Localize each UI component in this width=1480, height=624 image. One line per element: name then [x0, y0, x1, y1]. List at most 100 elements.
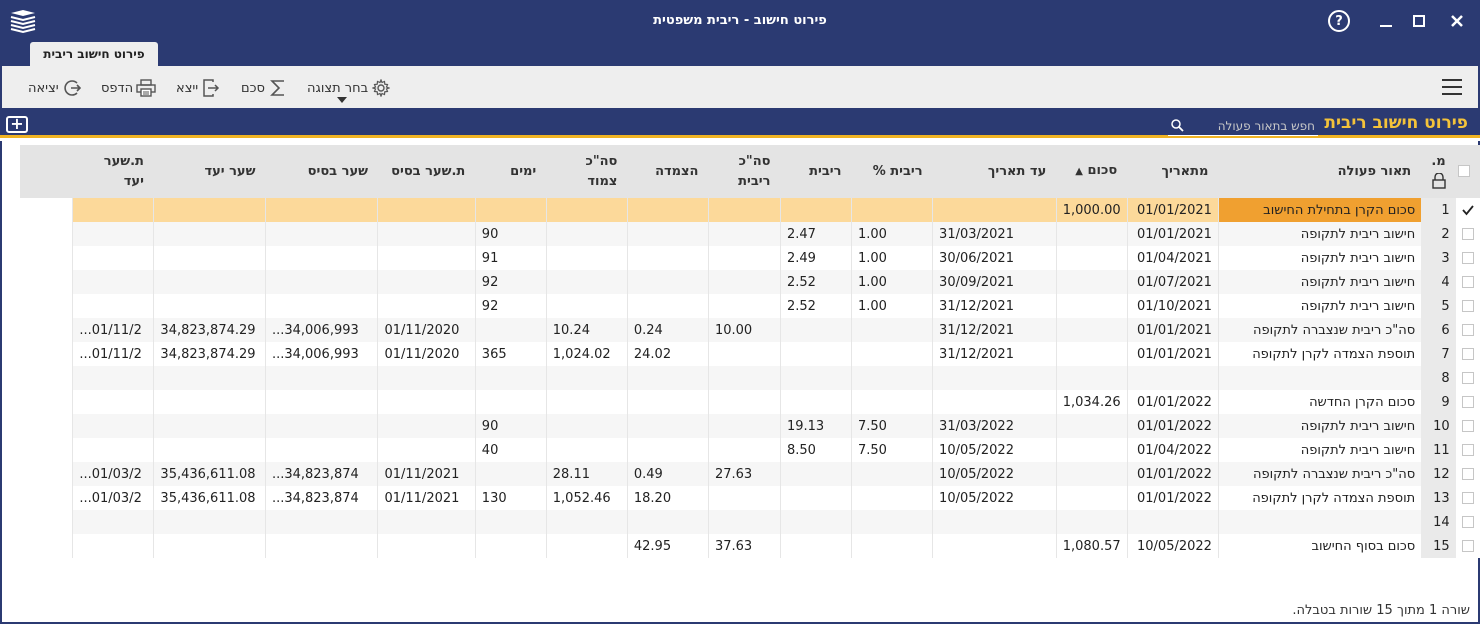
table-row[interactable]: 11 חישוב ריבית לתקופה 01/04/2022 10/05/2022… — [20, 438, 1480, 462]
cell-total-linked — [545, 438, 628, 462]
close-button[interactable] — [1444, 8, 1470, 34]
section-title: פירוט חישוב ריבית — [1324, 113, 1468, 133]
col-header-base-rate[interactable]: שער בסיס — [265, 145, 378, 198]
table-row[interactable]: 9 סכום הקרן החדשה 01/01/2022 1,034.26 — [20, 390, 1480, 414]
table-row[interactable]: 8 — [20, 366, 1480, 390]
col-header-base-rate-date[interactable]: ת.שער בסיס — [377, 145, 476, 198]
col-header-no[interactable]: מ. — [1421, 145, 1456, 198]
table-row[interactable]: 6 סה"כ ריבית שנצברה לתקופה 01/01/2021 31/12… — [20, 318, 1480, 342]
cell-from-date: 10/05/2022 — [1126, 534, 1219, 558]
table-row[interactable]: 15 סכום בסוף החישוב 10/05/2022 1,080.57 37.6… — [20, 534, 1480, 558]
col-header-target-rate-date[interactable]: ת.שער יעד — [72, 145, 154, 198]
row-checkbox[interactable] — [1455, 318, 1480, 342]
close-icon — [1451, 15, 1463, 27]
cell-rate-pct — [850, 342, 933, 366]
cell-total-interest — [707, 246, 781, 270]
row-checkbox[interactable] — [1455, 342, 1480, 366]
cell-from-date: 01/01/2021 — [1126, 222, 1219, 246]
table-row[interactable]: 12 סה"כ ריבית שנצברה לתקופה 01/01/2022 10/0… — [20, 462, 1480, 486]
add-window-button[interactable]: + — [6, 116, 28, 133]
table-row[interactable]: 1 סכום הקרן בתחילת החישוב 01/01/2021 1,000.… — [20, 198, 1480, 222]
cell-amount — [1055, 366, 1128, 390]
row-checkbox[interactable] — [1455, 438, 1480, 462]
table-row[interactable]: 2 חישוב ריבית לתקופה 01/01/2021 31/03/2021 1… — [20, 222, 1480, 246]
cell-linkage: 42.95 — [626, 534, 709, 558]
cell-linkage — [626, 270, 709, 294]
col-header-desc[interactable]: תאור פעולה — [1218, 145, 1422, 198]
row-checkbox[interactable] — [1455, 246, 1480, 270]
exit-button[interactable]: יציאה — [28, 78, 82, 98]
col-header-target-rate[interactable]: שער יעד — [153, 145, 266, 198]
table-row[interactable]: 10 חישוב ריבית לתקופה 01/01/2022 31/03/2022… — [20, 414, 1480, 438]
cell-base-rate-date — [377, 294, 476, 318]
col-header-amount[interactable]: סכום ▲ — [1056, 145, 1128, 198]
table-row[interactable]: 4 חישוב ריבית לתקופה 01/07/2021 30/09/2021 1… — [20, 270, 1480, 294]
cell-days — [474, 462, 547, 486]
table-row[interactable]: 14 — [20, 510, 1480, 534]
col-header-interest[interactable]: ריבית — [780, 145, 852, 198]
row-checkbox[interactable] — [1455, 390, 1480, 414]
row-checkbox[interactable] — [1455, 534, 1480, 558]
col-header-linkage[interactable]: הצמדה — [627, 145, 709, 198]
help-button[interactable]: ? — [1326, 8, 1352, 34]
cell-from-date: 01/01/2022 — [1126, 462, 1219, 486]
search-input[interactable] — [1190, 118, 1315, 133]
cell-to-date — [932, 510, 1057, 534]
col-header-total-linked[interactable]: סה"כ צמוד — [546, 145, 628, 198]
cell-total-interest: 37.63 — [707, 534, 781, 558]
cell-total-linked — [545, 534, 628, 558]
col-header-total-interest[interactable]: סה"כ ריבית — [708, 145, 781, 198]
row-checkbox[interactable] — [1455, 486, 1480, 510]
cell-linkage — [626, 438, 709, 462]
col-header-rate-pct[interactable]: ריבית % — [851, 145, 933, 198]
minimize-button[interactable] — [1373, 8, 1399, 34]
table-row[interactable]: 7 תוספת הצמדה לקרן לתקופה 01/01/2021 31/12/… — [20, 342, 1480, 366]
row-checkbox[interactable] — [1455, 222, 1480, 246]
cell-total-linked — [545, 510, 628, 534]
tab-interest-calc-details[interactable]: פירוט חישוב ריבית — [30, 42, 158, 66]
row-checkbox[interactable] — [1455, 198, 1480, 222]
table-row[interactable]: 3 חישוב ריבית לתקופה 01/04/2021 30/06/2021 1… — [20, 246, 1480, 270]
cell-amount — [1055, 318, 1128, 342]
print-button[interactable]: הדפס — [101, 78, 156, 98]
row-checkbox[interactable] — [1455, 510, 1480, 534]
cell-days: 130 — [474, 486, 547, 510]
cell-linkage — [626, 198, 709, 222]
col-header-to-date[interactable]: עד תאריך — [932, 145, 1057, 198]
cell-rate-pct — [850, 486, 933, 510]
table-area: מ. תאור פעולה מתאריך סכום ▲ עד תאריך ריב… — [0, 141, 1480, 599]
cell-target-rate-date — [72, 438, 154, 462]
cell-desc: חישוב ריבית לתקופה — [1217, 222, 1422, 246]
cell-target-rate — [153, 294, 266, 318]
cell-target-rate — [153, 414, 266, 438]
cell-total-linked: 1,024.02 — [545, 342, 628, 366]
row-checkbox[interactable] — [1455, 294, 1480, 318]
export-button[interactable]: ייצא — [176, 78, 221, 98]
cell-rate-pct: 1.00 — [850, 270, 933, 294]
search-icon[interactable] — [1170, 118, 1184, 132]
cell-no: 15 — [1421, 534, 1456, 558]
cell-from-date: 01/01/2021 — [1126, 318, 1219, 342]
row-checkbox[interactable] — [1455, 414, 1480, 438]
cell-desc — [1217, 510, 1422, 534]
cell-interest — [779, 486, 852, 510]
table-row[interactable]: 13 תוספת הצמדה לקרן לתקופה 01/01/2022 10/05… — [20, 486, 1480, 510]
menu-icon[interactable] — [1442, 79, 1462, 95]
cell-days: 92 — [474, 270, 547, 294]
cell-target-rate-date — [72, 414, 154, 438]
maximize-button[interactable] — [1406, 8, 1432, 34]
choose-view-button[interactable]: בחר תצוגה — [307, 78, 391, 103]
row-spacer — [20, 510, 73, 534]
cell-target-rate-date — [72, 270, 154, 294]
row-checkbox[interactable] — [1455, 462, 1480, 486]
select-all-checkbox[interactable] — [1455, 145, 1480, 198]
table-row[interactable]: 5 חישוב ריבית לתקופה 01/10/2021 31/12/2021 1… — [20, 294, 1480, 318]
col-header-days[interactable]: ימים — [475, 145, 547, 198]
row-checkbox[interactable] — [1455, 270, 1480, 294]
cell-total-interest — [707, 510, 781, 534]
col-header-from-date[interactable]: מתאריך — [1127, 145, 1219, 198]
sort-up-icon: ▲ — [1075, 166, 1083, 177]
cell-target-rate-date — [72, 222, 154, 246]
sum-button[interactable]: סכם — [241, 78, 288, 98]
row-checkbox[interactable] — [1455, 366, 1480, 390]
